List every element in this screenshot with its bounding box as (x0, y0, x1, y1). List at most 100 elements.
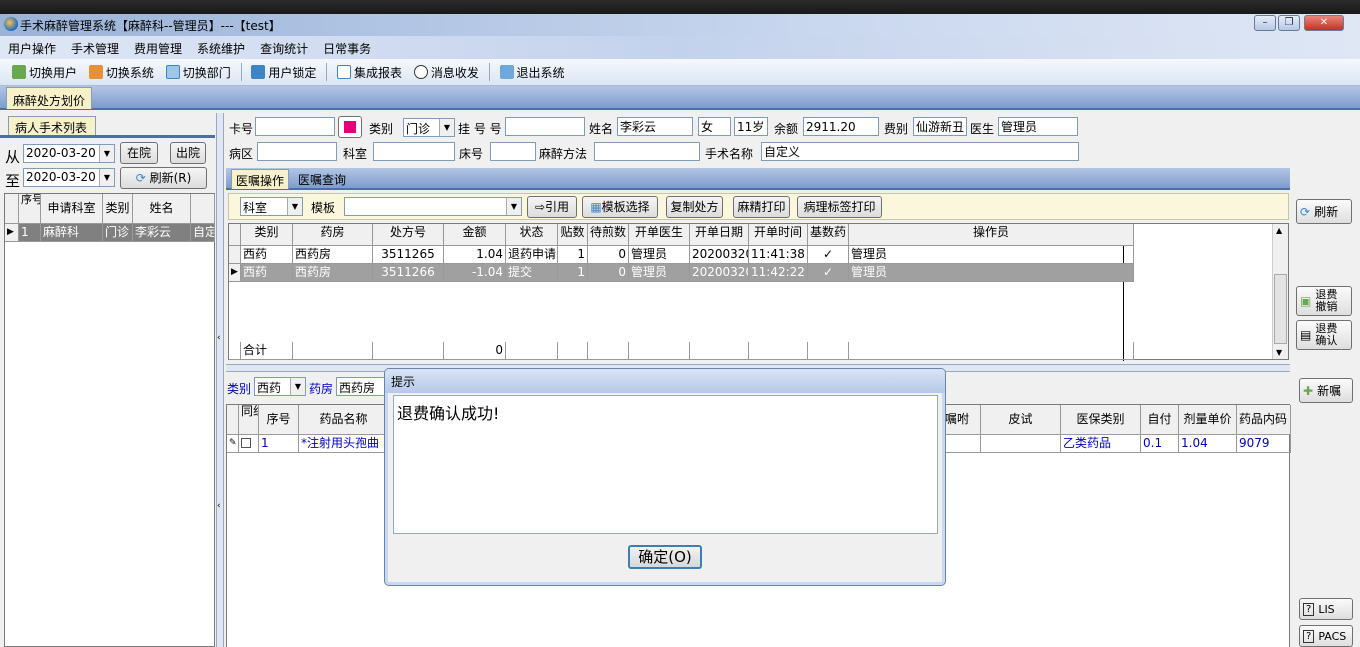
tab-order-query[interactable]: 医嘱查询 (298, 171, 346, 188)
balance-field[interactable] (803, 117, 879, 136)
order-col-header: 操作员 (849, 224, 1134, 246)
order-col-header: 处方号 (373, 224, 444, 246)
ward-label: 病区 (229, 147, 254, 161)
tab-prescription-pricing[interactable]: 麻醉处方划价 (6, 87, 93, 109)
doctor-field[interactable] (998, 117, 1078, 136)
refund-confirm-button[interactable]: ▤ 退费确认 (1296, 320, 1352, 350)
menu-daily[interactable]: 日常事务 (315, 36, 378, 57)
name-field[interactable] (617, 117, 693, 136)
cite-button[interactable]: ⇨引用 (527, 196, 577, 218)
detail-type-select[interactable]: 西药 ▼ (254, 377, 306, 396)
template-select[interactable]: ▼ (344, 197, 522, 216)
menu-fees[interactable]: 费用管理 (126, 36, 189, 57)
to-label: 至 (5, 172, 21, 190)
reg-label: 挂 号 号 (458, 122, 502, 136)
dept-filter-select[interactable]: 科室 ▼ (240, 197, 303, 216)
title-bar: 手术麻醉管理系统【麻醉科--管理员】---【test】 – ❐ ✕ (0, 0, 1360, 36)
type-select[interactable]: 门诊 ▼ (403, 118, 455, 137)
main-tabstrip: 麻醉处方划价 (0, 86, 1360, 110)
collapse-left-icon: ‹ (217, 501, 221, 511)
refresh-button[interactable]: ⟳ 刷新 (1296, 199, 1352, 224)
pacs-button[interactable]: ? PACS (1299, 625, 1353, 647)
bed-label: 床号 (459, 147, 484, 161)
tab-order-ops[interactable]: 医嘱操作 (231, 169, 290, 189)
group-checkbox[interactable] (239, 435, 259, 453)
narcotic-print-button[interactable]: 麻精打印 (733, 196, 790, 218)
dialog-title: 提示 (385, 369, 945, 393)
menu-user-ops[interactable]: 用户操作 (0, 36, 63, 57)
col-type: 类别 (103, 194, 133, 224)
edit-pencil-icon: ✎ (227, 435, 239, 453)
detail-pharmacy-label: 药房 (309, 382, 334, 396)
refresh-icon: ⟳ (1300, 204, 1311, 219)
card-reader-button[interactable] (338, 116, 362, 138)
minimize-button[interactable]: – (1254, 15, 1276, 31)
lis-button[interactable]: ? LIS (1299, 598, 1353, 620)
col-name: 姓名 (133, 194, 191, 224)
menu-system[interactable]: 系统维护 (189, 36, 252, 57)
order-grid: 类别 药房 处方号 金额 状态 贴数 待煎数 开单医生 开单日期 开单时间 基数药 操作员 西药 西药房 3… (228, 223, 1289, 361)
app-icon (4, 17, 18, 31)
switch-system-button[interactable]: 切换系统 (85, 61, 158, 83)
menu-surgery[interactable]: 手术管理 (63, 36, 126, 57)
refresh-list-button[interactable]: ⟳ 刷新(R) (120, 167, 207, 189)
anes-field[interactable] (594, 142, 700, 161)
from-date-picker[interactable]: 2020-03-20 ▼ (23, 144, 115, 163)
fee-label: 费别 (884, 122, 909, 136)
order-grid-scrollbar[interactable]: ▲ ▼ (1272, 224, 1288, 359)
scroll-down-icon: ▼ (1276, 348, 1283, 357)
refund-cancel-button[interactable]: ▣ 退费撤销 (1296, 286, 1352, 316)
lock-user-button[interactable]: 用户锁定 (247, 61, 320, 83)
restore-button[interactable]: ❐ (1278, 15, 1300, 31)
chevron-down-icon: ▼ (287, 198, 302, 215)
exit-button[interactable]: 退出系统 (496, 61, 569, 83)
detail-pharmacy-select[interactable]: 西药房 (336, 377, 386, 396)
col-drug-code: 药品内码 (1237, 405, 1291, 435)
fee-field[interactable] (913, 117, 967, 136)
chevron-down-icon: ▼ (99, 169, 114, 186)
gender-field[interactable] (698, 117, 731, 136)
scroll-up-icon: ▲ (1276, 226, 1283, 235)
menu-query[interactable]: 查询统计 (252, 36, 315, 57)
new-order-button[interactable]: ✚ 新嘱 (1299, 378, 1353, 403)
refund-icon: ▣ (1300, 294, 1312, 308)
arrow-icon: ⇨ (534, 200, 546, 214)
message-dialog: 提示 退费确认成功! 确定(O) (384, 368, 946, 586)
close-button[interactable]: ✕ (1304, 15, 1344, 31)
switch-user-button[interactable]: 切换用户 (8, 61, 81, 83)
discharged-button[interactable]: 出院 (170, 142, 206, 164)
menu-bar: 用户操作 手术管理 费用管理 系统维护 查询统计 日常事务 (0, 36, 1360, 59)
switch-dept-button[interactable]: 切换部门 (162, 61, 235, 83)
card-input[interactable] (255, 117, 335, 136)
col-instruction: 嘱咐 (943, 405, 981, 435)
col-seq: 序号 (259, 405, 299, 435)
to-date-picker[interactable]: 2020-03-20 ▼ (23, 168, 115, 187)
chevron-down-icon: ▼ (290, 378, 305, 395)
surgery-field[interactable] (761, 142, 1079, 161)
template-select-button[interactable]: ▦模板选择 (582, 196, 658, 218)
from-label: 从 (5, 148, 21, 166)
lock-user-icon (251, 65, 266, 79)
copy-prescription-button[interactable]: 复制处方 (666, 196, 723, 218)
name-label: 姓名 (589, 122, 614, 136)
type-label: 类别 (369, 122, 394, 136)
age-field[interactable] (734, 117, 768, 136)
reg-input[interactable] (505, 117, 585, 136)
pathology-print-button[interactable]: 病理标签打印 (797, 196, 882, 218)
dept-field[interactable] (373, 142, 455, 161)
splitter[interactable]: ‹ ‹ (216, 113, 224, 647)
dept-label: 科室 (343, 147, 368, 161)
exit-icon (499, 65, 514, 79)
scroll-thumb[interactable] (1274, 274, 1287, 344)
reports-button[interactable]: 集成报表 (333, 61, 406, 83)
messages-button[interactable]: 消息收发 (410, 61, 483, 83)
in-hospital-button[interactable]: 在院 (120, 142, 158, 164)
bed-field[interactable] (490, 142, 536, 161)
patient-list: 序号 申请科室 类别 姓名 ▶ 1 麻醉科 门诊 李彩云 自定 (4, 193, 215, 647)
card-label: 卡号 (229, 122, 254, 136)
total-value: 0 (444, 342, 506, 360)
ok-button[interactable]: 确定(O) (628, 545, 702, 569)
total-label: 合计 (241, 342, 293, 360)
left-panel-title: 病人手术列表 (8, 116, 96, 136)
ward-field[interactable] (257, 142, 337, 161)
